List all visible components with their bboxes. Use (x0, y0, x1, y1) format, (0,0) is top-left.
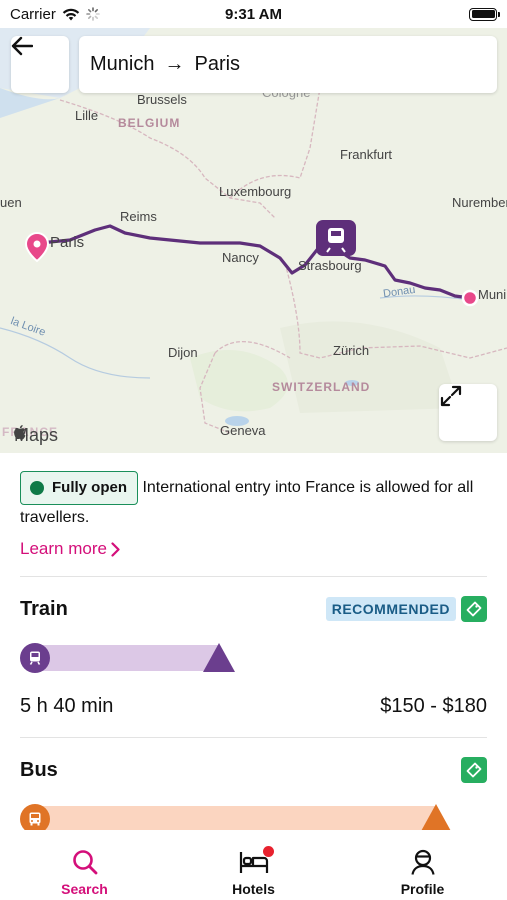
ticket-icon (461, 757, 487, 783)
back-button[interactable] (11, 36, 69, 93)
map-label-rouen: uen (0, 195, 22, 210)
bus-bar-end-marker (420, 804, 452, 833)
map-label-reims: Reims (120, 209, 157, 224)
map-label-belgium: BELGIUM (118, 116, 181, 130)
ticket-icon (461, 596, 487, 622)
map-label-dijon: Dijon (168, 345, 198, 360)
map-label-frankfurt: Frankfurt (340, 147, 393, 162)
tab-search[interactable]: Search (0, 830, 169, 900)
map-label-luxembourg: Luxembourg (219, 184, 292, 199)
train-icon (20, 643, 50, 673)
recommended-badge: RECOMMENDED (325, 597, 456, 621)
open-status-dot-icon (30, 481, 44, 495)
status-badge: Fully open (20, 471, 138, 505)
destination-text: Paris (194, 53, 241, 75)
bus-bar-fill (28, 806, 436, 832)
status-badge-label: Fully open (52, 479, 127, 496)
clock: 9:31 AM (225, 5, 282, 23)
train-price: $150 - $180 (380, 694, 487, 717)
carrier-group: Carrier (10, 6, 100, 23)
train-option[interactable]: Train RECOMMENDED 5 h 40 min $150 - $180 (0, 577, 507, 737)
search-icon (72, 850, 97, 875)
train-duration-bar (20, 641, 487, 675)
wifi-icon (62, 8, 80, 20)
tab-hotels[interactable]: Hotels (169, 830, 338, 900)
status-bar: Carrier 9:31 AM (0, 0, 507, 28)
hotels-notification-dot (262, 846, 274, 857)
travel-notice: Fully open International entry into Fran… (0, 453, 507, 562)
arrow-left-icon (11, 36, 33, 56)
apple-maps-attribution[interactable]: Maps (14, 425, 58, 446)
chevron-right-icon (111, 541, 120, 557)
train-bar-fill (28, 645, 219, 671)
profile-icon (410, 849, 435, 875)
tab-hotels-label: Hotels (232, 881, 275, 897)
map-label-switzerland: SWITZERLAND (272, 380, 371, 394)
map-label-munich: Muni (478, 287, 507, 302)
learn-more-link[interactable]: Learn more (20, 536, 487, 562)
route-arrow-icon: → (164, 53, 185, 75)
expand-map-button[interactable] (439, 384, 497, 441)
map-label-geneva: Geneva (220, 423, 266, 438)
map-label-nancy: Nancy (222, 250, 259, 265)
apple-logo-icon (14, 425, 26, 439)
battery-icon (469, 7, 500, 21)
map-label-strasbourg: Strasbourg (298, 258, 362, 273)
route-map[interactable]: Brussels Lille BELGIUM Cologne Frankfurt… (0, 28, 507, 453)
map-label-nuremberg: Nuremberg (452, 195, 507, 210)
origin-text: Munich (90, 53, 155, 75)
train-title: Train (20, 597, 68, 620)
learn-more-label: Learn more (20, 539, 107, 558)
tab-profile[interactable]: Profile (338, 830, 507, 900)
expand-icon (440, 385, 462, 407)
bus-option[interactable]: Bus (0, 738, 507, 836)
train-duration: 5 h 40 min (20, 694, 114, 717)
tab-profile-label: Profile (400, 881, 445, 897)
map-label-brussels: Brussels (137, 92, 187, 107)
bus-title: Bus (20, 758, 58, 781)
carrier-label: Carrier (10, 5, 56, 23)
loading-spinner-icon (86, 7, 100, 21)
route-search-field[interactable]: Munich → Paris (79, 36, 497, 93)
train-bar-end-marker (203, 643, 235, 672)
tab-search-label: Search (61, 881, 108, 897)
map-label-paris: Paris (50, 234, 85, 251)
results-panel: Fully open International entry into Fran… (0, 453, 507, 836)
map-label-lille: Lille (75, 108, 99, 123)
tab-bar: Search Hotels Profile (0, 830, 507, 900)
map-label-zurich: Zürich (333, 343, 370, 358)
